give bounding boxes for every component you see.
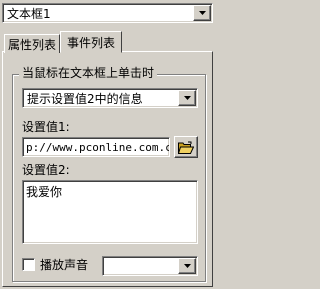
value2-textarea[interactable]: 我爱你 — [22, 180, 198, 244]
folder-open-icon — [178, 141, 194, 154]
object-selector[interactable]: 文本框1 — [2, 3, 213, 23]
sound-select-dropdown-button[interactable] — [178, 258, 196, 274]
event-groupbox-legend: 当鼠标在文本框上单击时 — [19, 66, 158, 80]
action-select-dropdown-button[interactable] — [178, 90, 196, 106]
play-sound-label: 播放声音 — [40, 258, 89, 272]
play-sound-checkbox[interactable] — [22, 258, 35, 271]
value1-input-text: p://www.pconline.com.cn — [26, 140, 170, 154]
tab-events[interactable]: 事件列表 — [60, 31, 122, 53]
tab-properties-label: 属性列表 — [7, 37, 56, 52]
value2-label: 设置值2: — [22, 163, 70, 177]
value1-label: 设置值1: — [22, 120, 70, 134]
browse-button[interactable] — [174, 136, 198, 158]
value2-textarea-text: 我爱你 — [26, 185, 63, 199]
action-select[interactable]: 提示设置值2中的信息 — [22, 88, 198, 108]
chevron-down-icon — [183, 264, 191, 268]
action-select-value: 提示设置值2中的信息 — [27, 91, 143, 106]
value1-input[interactable]: p://www.pconline.com.cn — [22, 137, 170, 157]
object-selector-dropdown-button[interactable] — [193, 5, 211, 21]
tab-events-label: 事件列表 — [66, 35, 115, 50]
chevron-down-icon — [198, 11, 206, 15]
tab-properties[interactable]: 属性列表 — [4, 34, 60, 53]
object-selector-value: 文本框1 — [7, 6, 51, 21]
chevron-down-icon — [183, 96, 191, 100]
sound-select[interactable] — [102, 256, 198, 276]
